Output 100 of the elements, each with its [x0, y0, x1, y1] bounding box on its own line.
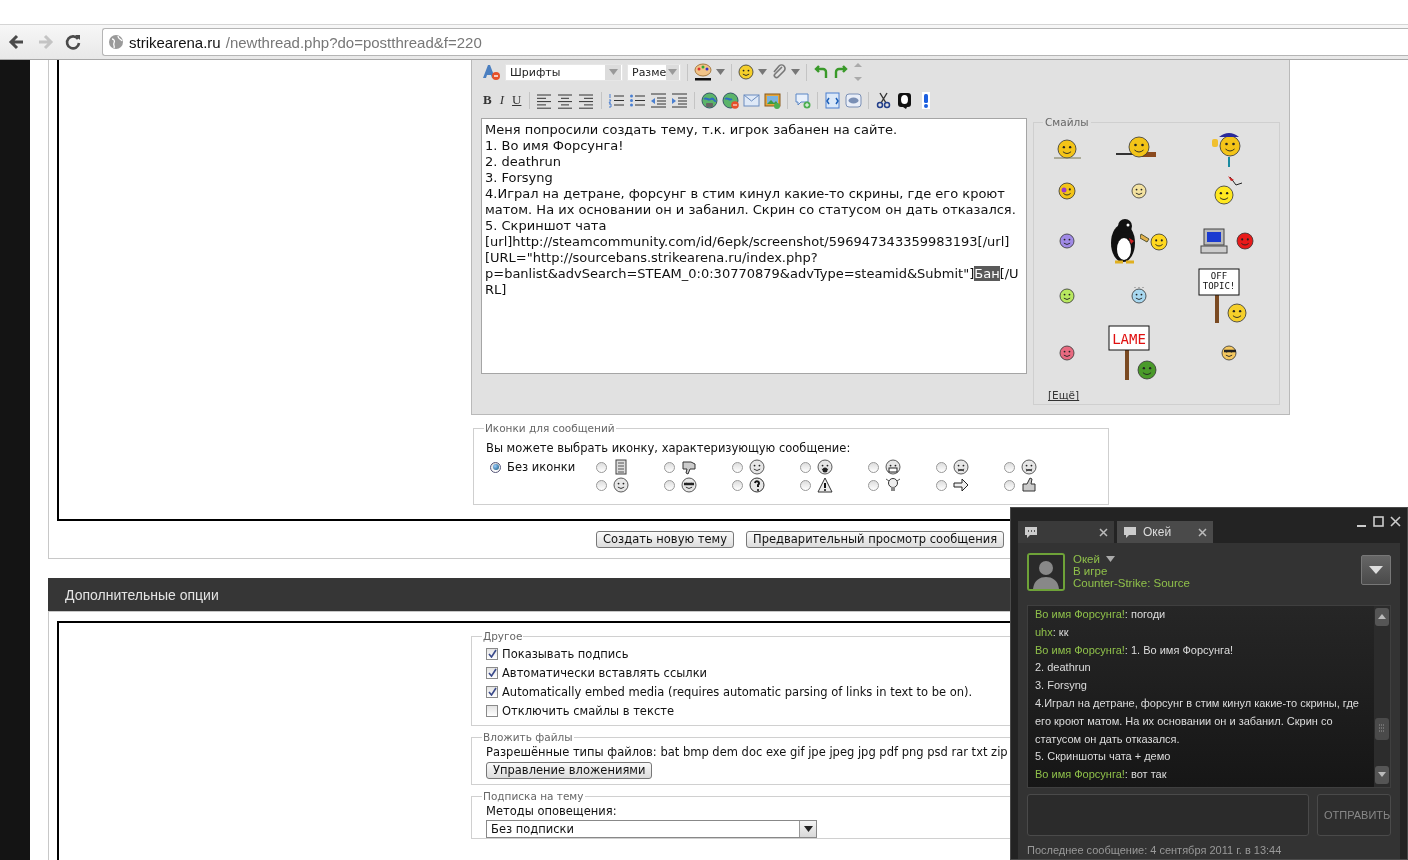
globe-icon	[108, 34, 124, 50]
radio-button[interactable]	[1004, 461, 1015, 473]
link-globe-icon[interactable]	[701, 91, 719, 109]
penguin-icon[interactable]	[1108, 216, 1138, 266]
arrow-icon	[953, 477, 969, 493]
radio-button[interactable]	[596, 479, 607, 491]
radio-button[interactable]	[664, 461, 675, 473]
radio-button[interactable]	[1004, 479, 1015, 491]
italic-button[interactable]: I	[497, 91, 506, 109]
radio-button[interactable]	[732, 479, 743, 491]
message-textarea[interactable]: Меня попросили создать тему, т.к. игрок забанен на сайте. 1. Во имя Форсунга! 2. deathrun 3. Forsyng 4.Играл на детране, форсунг в стим кинул какие-то скрины, где его кроют матом. На их основании он и забанил. Скрин со статусом он дать отказался. 5. Скриншот чата [url]http://steamcommunity.com/id/6epk/screenshot/596947343359983193[/url] [URL="http://sourcebans.strikearena.ru/index.php?p=banlist&advSearch=STEAM_0:0:30770879&advType=steamid&Submit"]Бан[/URL]	[481, 118, 1027, 374]
quote-icon[interactable]	[896, 91, 914, 109]
prompt-text: Вы можете выбрать иконку, характеризующую сообщение:	[486, 441, 851, 455]
checkbox[interactable]	[486, 685, 498, 698]
maximize-icon[interactable]	[1373, 516, 1384, 527]
close-icon[interactable]	[1198, 527, 1207, 537]
underline-button[interactable]: U	[510, 91, 524, 109]
comment-add-icon[interactable]	[794, 91, 812, 109]
redo-icon[interactable]	[833, 64, 849, 80]
message-text: : кк	[1052, 625, 1069, 638]
checkbox[interactable]	[486, 666, 498, 679]
friend-name[interactable]: Окей	[1073, 553, 1100, 565]
unlink-globe-icon[interactable]	[722, 91, 740, 109]
protest-sign-drawing[interactable]: LAME	[1107, 324, 1171, 382]
fieldset-legend: Другое	[482, 630, 524, 642]
paperclip-icon[interactable]	[771, 64, 787, 80]
sad-face-icon	[953, 459, 969, 475]
message-text: 5. Скриншоты чата + демо	[1035, 750, 1171, 763]
message-text: : погоди	[1124, 608, 1166, 620]
sender-name[interactable]: Во имя Форсунга!	[1035, 768, 1125, 781]
game-name: Counter-Strike: Source	[1073, 577, 1191, 589]
sender-name[interactable]: Во имя Форсунга!	[1035, 608, 1125, 620]
numbered-list-icon[interactable]	[608, 91, 626, 109]
message-text: 3. Forsyng	[1035, 679, 1087, 692]
fieldset-legend: Смайлы	[1043, 116, 1091, 128]
dropdown-button[interactable]	[1361, 555, 1391, 585]
scissors-icon[interactable]	[875, 91, 893, 109]
message-input[interactable]	[1027, 794, 1309, 836]
radio-button[interactable]	[868, 461, 879, 473]
checkbox[interactable]	[486, 647, 498, 660]
radio-button[interactable]	[800, 461, 811, 473]
checkbox-label: Automatically embed media (requires automatic parsing of links in text to be on).	[502, 684, 973, 699]
fieldset-legend: Подписка на тему	[482, 790, 585, 802]
checkbox[interactable]	[486, 704, 498, 717]
close-icon[interactable]	[1390, 516, 1401, 527]
fieldset-legend: Вложить файлы	[482, 731, 574, 743]
manage-attachments-button[interactable]: Управление вложениями	[486, 762, 653, 779]
size-select[interactable]: Разме	[627, 63, 681, 81]
preview-button[interactable]: Предварительный просмотр сообщения	[746, 531, 1005, 548]
checkbox-label: Показывать подпись	[502, 646, 629, 661]
smiley-icon[interactable]	[1052, 138, 1081, 160]
protest-sign-drawing[interactable]: OFF TOPIC!	[1197, 267, 1261, 325]
smiley-icon	[817, 459, 833, 475]
document-bubble-icon[interactable]	[845, 91, 863, 109]
sender-name[interactable]: Во имя Форсунга!	[1035, 643, 1125, 656]
checkbox-label: Отключить смайлы в тексте	[502, 703, 674, 718]
radio-button[interactable]	[490, 461, 501, 473]
fieldset-legend: Иконки для сообщений	[484, 422, 616, 434]
undo-icon[interactable]	[813, 64, 829, 80]
url-field[interactable]: strikearena.ru /newthread.php?do=postthread&f=220	[102, 28, 1408, 56]
close-icon[interactable]	[1099, 527, 1108, 537]
bold-button[interactable]: B	[481, 91, 494, 109]
smiley-icon	[749, 459, 765, 475]
radio-button[interactable]	[800, 479, 811, 491]
caret-icon[interactable]	[1105, 556, 1115, 562]
notification-select[interactable]: Без подписки	[486, 820, 817, 838]
light-bulb-icon	[885, 477, 901, 493]
chat-tab[interactable]	[1018, 521, 1114, 543]
image-icon[interactable]	[764, 91, 782, 109]
scrollbar[interactable]	[1374, 606, 1390, 787]
section-title: Дополнительные опции	[65, 586, 219, 603]
radio-button[interactable]	[732, 461, 743, 473]
question-icon	[749, 477, 765, 493]
send-button[interactable]: ОТПРАВИТЬ	[1317, 794, 1391, 836]
message-text: 4.Играл на детране, форсунг в стим кинул какие-то скрины, где его кроют матом. На их основании он и забанил. Скрин со статусом он дать отказался.	[1035, 697, 1359, 745]
font-remove-icon[interactable]	[481, 63, 501, 81]
code-document-icon[interactable]	[824, 91, 842, 109]
chat-tab[interactable]: Окей	[1117, 521, 1213, 543]
radio-button[interactable]	[664, 479, 675, 491]
smiley-icon[interactable]	[738, 64, 754, 80]
palette-icon[interactable]	[694, 63, 712, 81]
smiley-icon	[681, 477, 697, 493]
align-right-icon[interactable]	[578, 91, 596, 109]
caret-icon[interactable]	[803, 826, 813, 832]
caret-icon	[1369, 566, 1383, 574]
reload-icon[interactable]	[64, 33, 82, 51]
back-icon[interactable]	[8, 33, 26, 51]
sender-name[interactable]: uhx	[1035, 625, 1053, 638]
radio-button[interactable]	[936, 479, 947, 491]
chat-bubble-icon	[1123, 525, 1137, 539]
computer-icon[interactable]	[1200, 227, 1230, 255]
create-thread-button[interactable]: Создать новую тему	[596, 531, 735, 548]
more-smilies-link[interactable]: [Ещё]	[1048, 389, 1080, 401]
indent-icon[interactable]	[671, 91, 689, 109]
radio-button[interactable]	[868, 479, 879, 491]
radio-button[interactable]	[596, 461, 607, 473]
font-select[interactable]: Шрифты	[505, 63, 623, 81]
align-center-icon[interactable]	[557, 91, 575, 109]
radio-button[interactable]	[936, 461, 947, 473]
align-left-icon[interactable]	[536, 91, 554, 109]
